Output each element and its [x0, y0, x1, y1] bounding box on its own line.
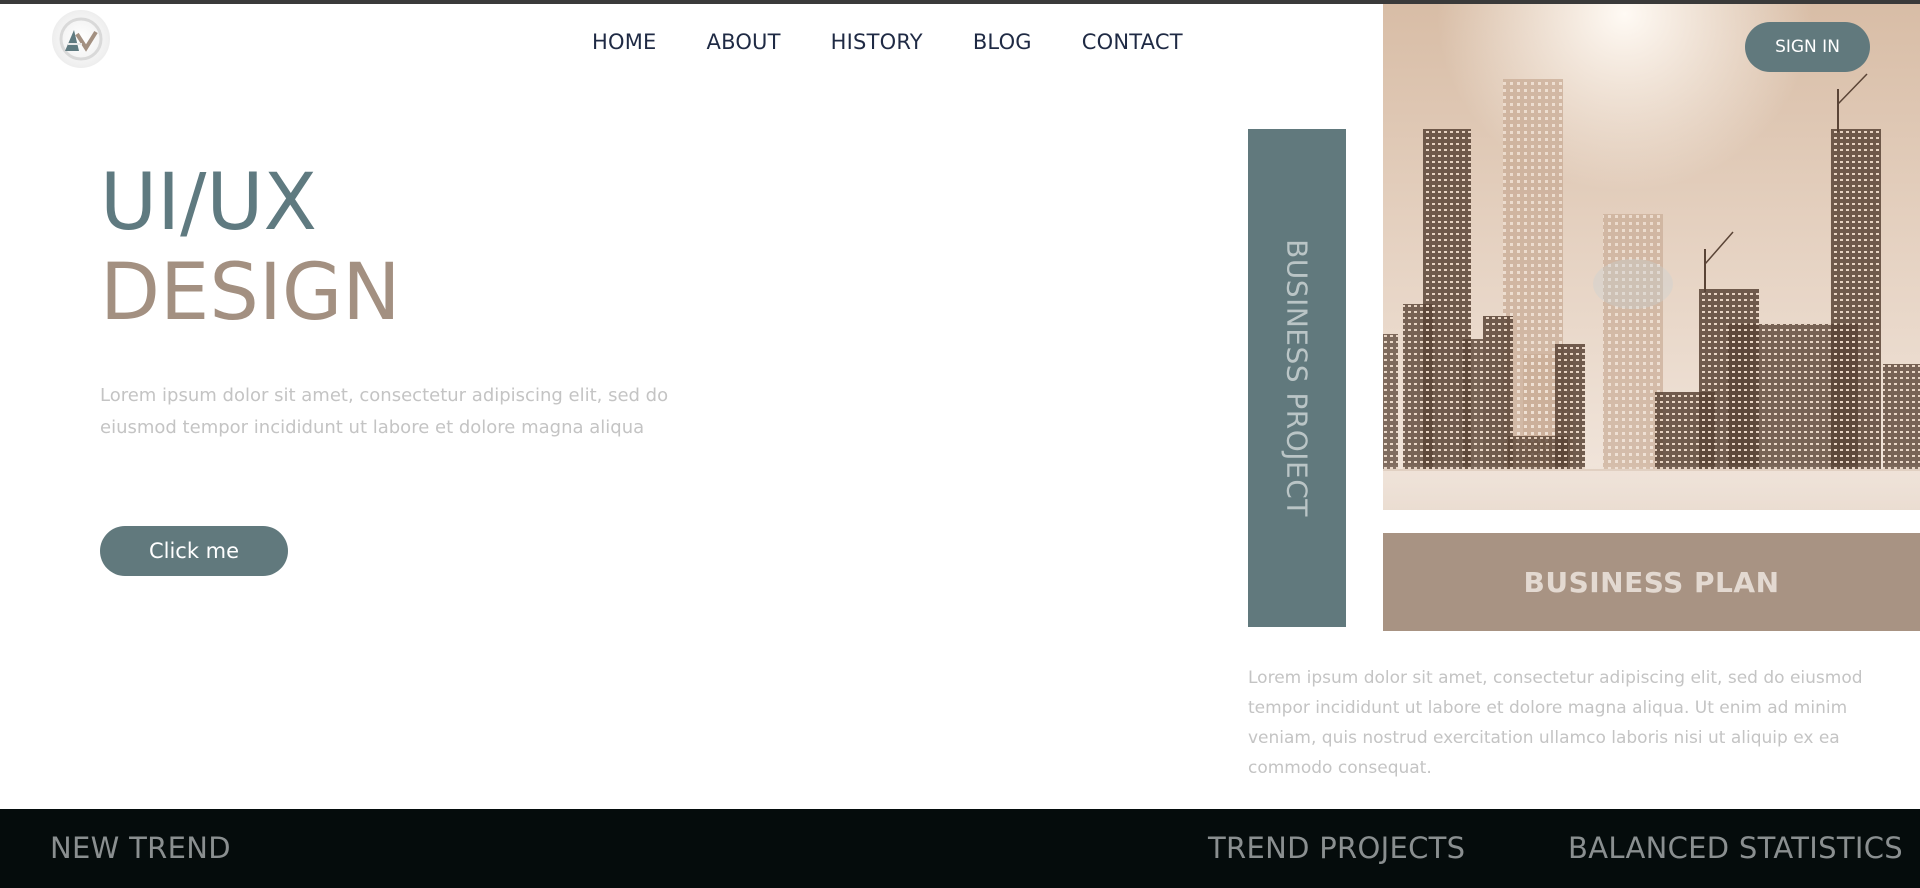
footer-trend-projects[interactable]: TREND PROJECTS: [1208, 831, 1465, 865]
footer-bar: NEW TREND TREND PROJECTS BALANCED STATIS…: [0, 809, 1920, 888]
nav-blog[interactable]: BLOG: [973, 30, 1032, 54]
brand-logo[interactable]: [52, 10, 110, 68]
nav-contact[interactable]: CONTACT: [1082, 30, 1183, 54]
city-skyline-image: [1383, 4, 1920, 510]
nav-about[interactable]: ABOUT: [707, 30, 781, 54]
nav-home[interactable]: HOME: [592, 30, 657, 54]
hero-description: Lorem ipsum dolor sit amet, consectetur …: [100, 385, 669, 438]
av-monogram-icon: [59, 17, 103, 61]
sign-in-button[interactable]: SIGN IN: [1745, 22, 1870, 72]
city-skyline-icon: [1383, 4, 1920, 510]
business-plan-label: BUSINESS PLAN: [1523, 565, 1780, 599]
business-project-label: BUSINESS PROJECT: [1280, 239, 1314, 517]
business-project-panel[interactable]: BUSINESS PROJECT: [1248, 129, 1346, 627]
hero-title-line2: DESIGN: [100, 248, 401, 338]
hero-title: UI/UX DESIGN: [100, 158, 401, 338]
footer-new-trend[interactable]: NEW TREND: [50, 831, 231, 865]
nav-history[interactable]: HISTORY: [831, 30, 923, 54]
business-plan-banner[interactable]: BUSINESS PLAN: [1383, 533, 1920, 631]
main-nav: HOME ABOUT HISTORY BLOG CONTACT: [592, 30, 1183, 54]
side-description: Lorem ipsum dolor sit amet, consectetur …: [1248, 668, 1863, 778]
click-me-button[interactable]: Click me: [100, 526, 288, 576]
footer-balanced-statistics[interactable]: BALANCED STATISTICS: [1568, 831, 1903, 865]
hero-title-line1: UI/UX: [100, 158, 317, 248]
